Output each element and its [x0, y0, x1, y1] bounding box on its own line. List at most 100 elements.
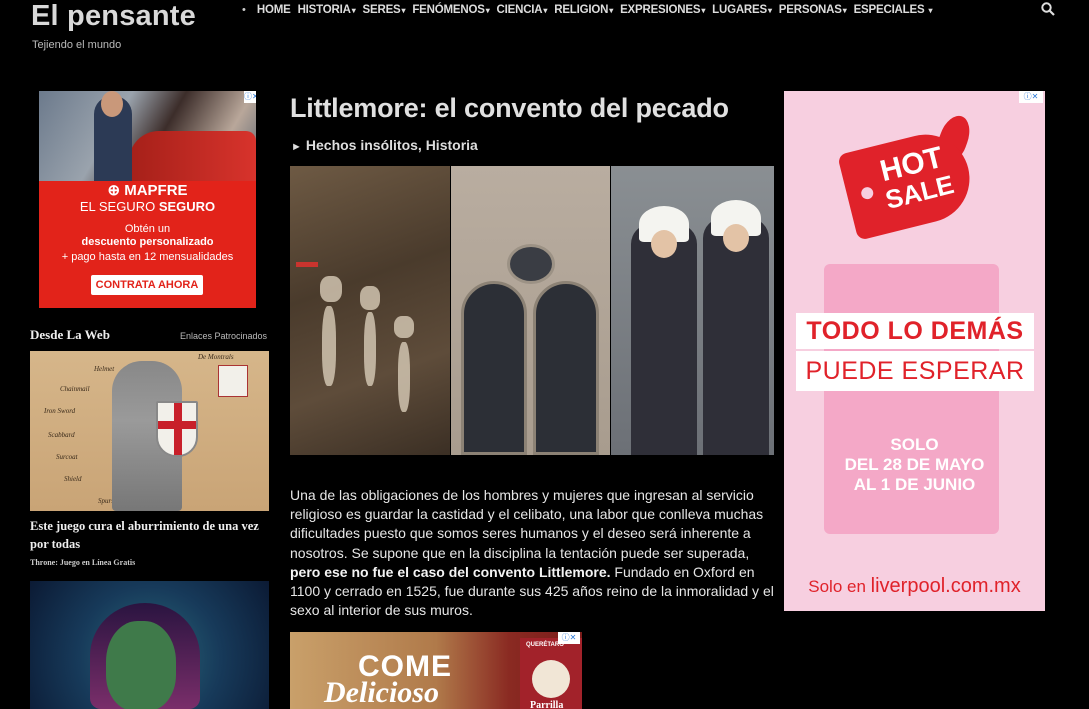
nav-seres[interactable]: SERES▾: [363, 4, 406, 16]
dates-line: DEL 28 DE MAYO: [844, 455, 985, 474]
contratar-button[interactable]: CONTRATA AHORA: [91, 275, 203, 295]
face-shape: [106, 621, 176, 709]
sponsored-image-gamora[interactable]: [30, 581, 269, 709]
bone-shape: [398, 342, 410, 412]
ad-choices-icon[interactable]: ⓘ✕: [558, 632, 580, 644]
search-icon[interactable]: [1041, 2, 1055, 16]
mapfre-ad[interactable]: ⓘ✕ ⊕ MAPFRE EL SEGURO SEGURO Obtén un de…: [39, 91, 256, 308]
skull-shape: [360, 286, 380, 310]
sponsored-image-knight[interactable]: Helmet Chainmail Iron Sword Scabbard Sur…: [30, 351, 269, 511]
article-categories: ► Hechos insólitos, Historia: [291, 137, 478, 153]
ad-delicioso-text: Delicioso: [324, 676, 439, 709]
mapfre-line2: descuento personalizado: [81, 236, 214, 248]
badge-brand: Parrilla: [530, 700, 564, 709]
skull-shape: [320, 276, 342, 302]
knight-label: Shield: [64, 475, 82, 483]
site-title[interactable]: El pensante: [31, 0, 196, 33]
knight-label: Surcoat: [56, 453, 78, 461]
bone-shape: [322, 306, 336, 386]
dates-line: SOLO: [890, 435, 939, 454]
nav-ciencia[interactable]: CIENCIA▾: [497, 4, 548, 16]
ad-photo: [39, 91, 256, 181]
chevron-down-icon: ▾: [701, 6, 706, 15]
nav-fenomenos[interactable]: FENÓMENOS▾: [412, 4, 489, 16]
nav-label: LUGARES: [712, 4, 767, 16]
shield-icon: [156, 401, 198, 457]
nav-especiales[interactable]: ESPECIALES ▾: [854, 4, 933, 16]
todo-banner: TODO LO DEMÁS: [796, 313, 1034, 349]
liverpool-footer: Solo en liverpool.com.mx: [784, 575, 1045, 598]
nav-label: PERSONAS: [778, 4, 842, 16]
skull-shape: [394, 316, 414, 338]
ad-choices-icon[interactable]: ⓘ✕: [244, 91, 256, 103]
parrilla-badge: QUERÉTARO Parrilla: [520, 638, 582, 709]
nav-label: FENÓMENOS: [412, 4, 485, 16]
slogan-bold: SEGURO: [158, 199, 216, 214]
puede-banner: PUEDE ESPERAR: [796, 351, 1034, 391]
bone-shape: [364, 312, 376, 386]
ad-choices-icon[interactable]: ⓘ✕: [1019, 91, 1043, 103]
sponsored-title-link[interactable]: Este juego cura el aburrimiento de una v…: [30, 517, 270, 553]
nav-religion[interactable]: RELIGION▾: [554, 4, 613, 16]
chevron-down-icon: ▾: [842, 6, 847, 15]
chevron-down-icon: ▾: [543, 6, 548, 15]
nav-expresiones[interactable]: EXPRESIONES▾: [620, 4, 705, 16]
door-left: [461, 281, 527, 455]
slogan-part: EL SEGURO: [79, 199, 156, 214]
article-hero-image: [290, 166, 774, 455]
nav-label: RELIGION: [554, 4, 609, 16]
category-links[interactable]: Hechos insólitos, Historia: [306, 137, 478, 153]
body-bold: pero ese no fue el caso del convento Lit…: [290, 563, 611, 580]
restaurant-ad[interactable]: COME Delicioso QUERÉTARO Parrilla ⓘ✕: [290, 632, 582, 709]
chevron-down-icon: ▾: [609, 6, 614, 15]
article-body: Una de las obligaciones de los hombres y…: [290, 486, 776, 620]
nav-home[interactable]: HOME: [257, 4, 291, 16]
sponsored-heading: Desde La Web: [30, 327, 110, 342]
main-nav: • HOME HISTORIA▾ SERES▾ FENÓMENOS▾ CIENC…: [242, 0, 939, 20]
cross-flag-icon: [218, 365, 248, 397]
nun-face: [651, 230, 677, 258]
hotsale-ad[interactable]: ⓘ✕ HOT SALE TODO LO DEMÁS PUEDE ESPERAR …: [784, 91, 1045, 611]
nav-label: HISTORIA: [297, 4, 351, 16]
nav-historia[interactable]: HISTORIA▾: [298, 4, 356, 16]
knight-label: Iron Sword: [44, 407, 76, 415]
dates-text: SOLO DEL 28 DE MAYO AL 1 DE JUNIO: [784, 435, 1045, 495]
gothic-door-panel: [451, 166, 610, 455]
nuns-panel: [611, 166, 774, 455]
chevron-down-icon: ▾: [401, 6, 406, 15]
knight-label: Helmet: [94, 365, 115, 373]
lion-icon: [532, 660, 570, 698]
door-right: [533, 281, 599, 455]
nav-label: HOME: [256, 4, 291, 16]
knight-label: Chainmail: [60, 385, 90, 393]
chevron-down-icon: ▾: [485, 6, 490, 15]
knight-label: De Montrals: [198, 353, 234, 361]
nav-label: EXPRESIONES: [620, 4, 701, 16]
liverpool-logo: liverpool.com.mx: [870, 575, 1021, 597]
nun-figure: [631, 206, 697, 455]
site-tagline: Tejiendo el mundo: [32, 39, 122, 51]
nav-label: SERES: [362, 4, 401, 16]
footer-prefix: Solo en: [808, 577, 866, 596]
sponsored-source[interactable]: Throne: Juego en Línea Gratis: [30, 558, 135, 567]
scale-marker: [296, 262, 318, 267]
arrow-right-icon: ►: [291, 141, 302, 153]
sponsored-label[interactable]: Enlaces Patrocinados: [180, 331, 267, 341]
mapfre-line3: + pago hasta en 12 mensualidades: [61, 251, 234, 263]
article-title[interactable]: Littlemore: el convento del pecado: [290, 93, 729, 124]
chevron-down-icon: ▾: [351, 6, 356, 15]
dates-line: AL 1 DE JUNIO: [853, 475, 976, 494]
knight-label: Scabbard: [48, 431, 75, 439]
person-head: [101, 91, 123, 117]
nav-lugares[interactable]: LUGARES▾: [712, 4, 772, 16]
chevron-down-icon: ▾: [928, 6, 933, 15]
nun-figure: [703, 200, 769, 455]
nav-bullet: •: [242, 4, 246, 16]
skeletons-panel: [290, 166, 450, 455]
car-image: [129, 131, 256, 181]
rose-window: [507, 244, 555, 284]
nav-label: ESPECIALES: [853, 4, 925, 16]
chevron-down-icon: ▾: [767, 6, 772, 15]
mapfre-slogan: EL SEGURO SEGURO: [39, 199, 256, 214]
nav-personas[interactable]: PERSONAS▾: [779, 4, 847, 16]
